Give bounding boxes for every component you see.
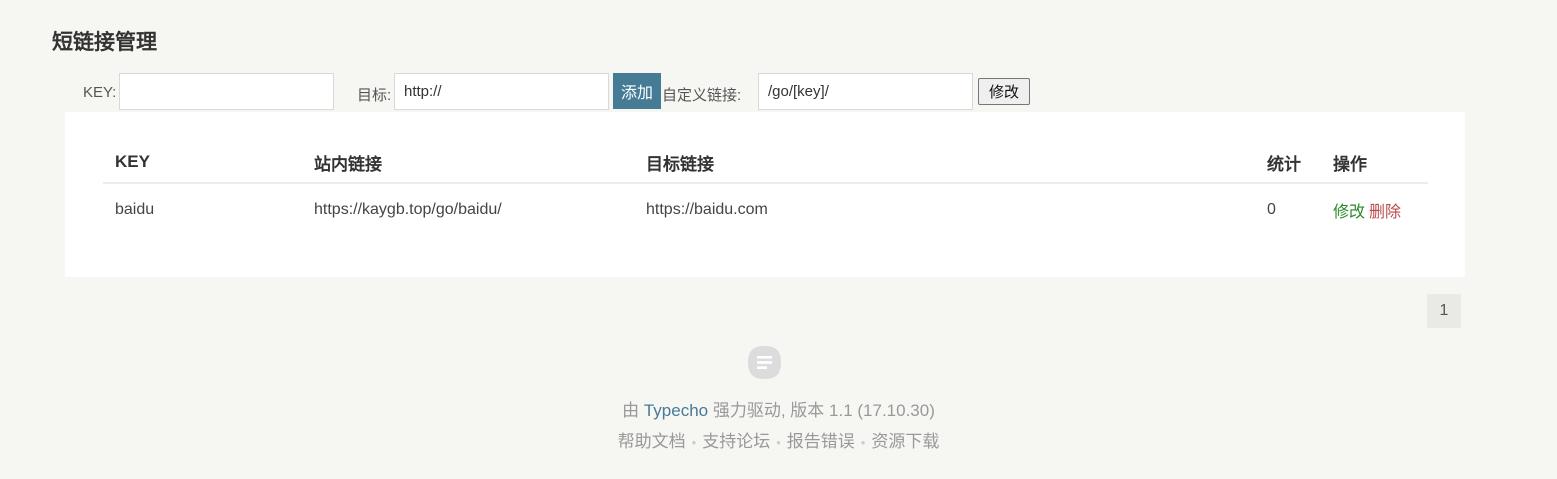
pagination-page-1[interactable]: 1 [1427, 294, 1461, 328]
header-count: 统计 [1255, 142, 1321, 184]
custom-link-input[interactable] [758, 73, 973, 110]
footer-powered-by: 由 Typecho 强力驱动, 版本 1.1 (17.10.30) [0, 396, 1557, 421]
cell-actions: 修改 删除 [1321, 183, 1428, 236]
edit-pattern-button[interactable]: 修改 [978, 78, 1030, 105]
footer-links: 帮助文档 • 支持论坛 • 报告错误 • 资源下载 [0, 427, 1557, 452]
footer-link-forum[interactable]: 支持论坛 [702, 432, 770, 451]
footer-link-docs[interactable]: 帮助文档 [618, 432, 686, 451]
custom-link-label: 自定义链接: [662, 87, 742, 104]
cell-count: 0 [1267, 201, 1276, 218]
table-row: baidu https://kaygb.top/go/baidu/ https:… [103, 183, 1428, 236]
typecho-link[interactable]: Typecho [644, 401, 708, 420]
header-key: KEY [103, 142, 302, 184]
cell-key: baidu [115, 201, 155, 218]
row-edit-link[interactable]: 修改 [1333, 204, 1365, 221]
links-table: KEY 站内链接 目标链接 统计 操作 baidu https://kaygb.… [103, 142, 1428, 236]
shortlink-form: KEY: 目标: 添加 自定义链接: 修改 [0, 73, 1557, 113]
cell-target-link: https://baidu.com [646, 201, 768, 218]
footer-separator: • [691, 435, 697, 450]
footer-link-report[interactable]: 报告错误 [787, 432, 855, 451]
header-target-link: 目标链接 [634, 142, 1255, 184]
footer-separator: • [776, 435, 781, 450]
header-site-link: 站内链接 [302, 142, 634, 184]
target-input[interactable] [394, 73, 609, 110]
target-label: 目标: [357, 87, 392, 104]
page-title: 短链接管理 [52, 31, 157, 54]
cell-site-link: https://kaygb.top/go/baidu/ [314, 201, 502, 218]
footer-link-download[interactable]: 资源下载 [871, 432, 939, 451]
footer-separator: • [860, 435, 866, 450]
add-button[interactable]: 添加 [613, 73, 661, 109]
links-panel: KEY 站内链接 目标链接 统计 操作 baidu https://kaygb.… [65, 112, 1465, 277]
footer-version: 强力驱动, 版本 1.1 (17.10.30) [712, 401, 935, 420]
footer-prefix: 由 [622, 401, 640, 420]
header-actions: 操作 [1321, 142, 1428, 184]
table-header-row: KEY 站内链接 目标链接 统计 操作 [103, 142, 1428, 184]
key-label: KEY: [83, 84, 117, 101]
typecho-logo-icon [748, 346, 781, 379]
row-delete-link[interactable]: 删除 [1369, 204, 1401, 221]
key-input[interactable] [119, 73, 334, 110]
